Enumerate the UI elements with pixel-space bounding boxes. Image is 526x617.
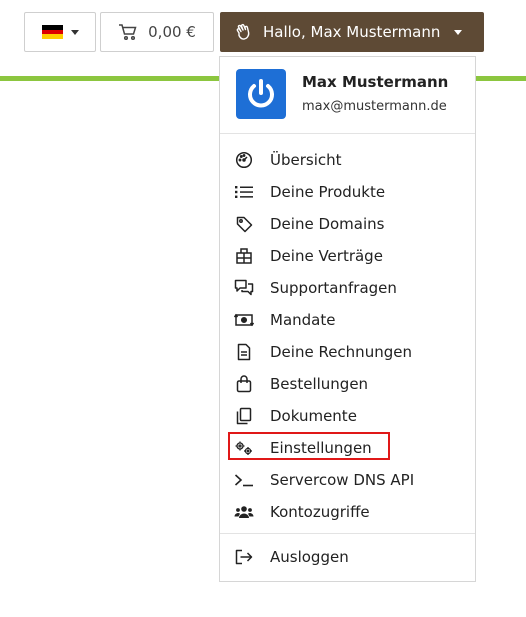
menu-item-label: Dokumente	[270, 407, 357, 425]
menu-item-orders[interactable]: Bestellungen	[220, 368, 475, 400]
german-flag-icon	[41, 25, 63, 40]
menu-item-label: Kontozugriffe	[270, 503, 370, 521]
menu-item-domains[interactable]: Deine Domains	[220, 208, 475, 240]
menu-item-invoices[interactable]: Deine Rechnungen	[220, 336, 475, 368]
tag-icon	[234, 216, 254, 232]
logout-button[interactable]: Ausloggen	[220, 541, 475, 573]
menu-item-label: Servercow DNS API	[270, 471, 415, 489]
list-icon	[234, 184, 254, 200]
gears-icon	[234, 440, 254, 456]
logout-label: Ausloggen	[270, 548, 349, 566]
user-greeting: Hallo, Max Mustermann	[263, 23, 441, 41]
menu-item-label: Bestellungen	[270, 375, 369, 393]
language-selector[interactable]	[24, 12, 96, 52]
chat-icon	[234, 279, 254, 296]
invoice-icon	[234, 343, 254, 361]
shopping-bag-icon	[234, 375, 254, 393]
menu-item-dns-api[interactable]: Servercow DNS API	[220, 464, 475, 496]
menu-item-label: Einstellungen	[270, 439, 372, 457]
waving-hand-icon	[235, 23, 253, 41]
menu-item-label: Deine Verträge	[270, 247, 383, 265]
account-menu-list: Übersicht Deine Produkte Deine Domains D…	[220, 144, 475, 528]
menu-item-label: Supportanfragen	[270, 279, 397, 297]
documents-icon	[234, 407, 254, 425]
menu-divider	[220, 533, 475, 534]
menu-item-documents[interactable]: Dokumente	[220, 400, 475, 432]
menu-item-mandates[interactable]: Mandate	[220, 304, 475, 336]
cart-button[interactable]: 0,00 €	[100, 12, 214, 52]
menu-item-label: Übersicht	[270, 151, 342, 169]
chevron-down-icon	[454, 29, 463, 35]
menu-item-settings[interactable]: Einstellungen	[220, 432, 475, 464]
terminal-icon	[234, 472, 254, 488]
dashboard-icon	[234, 151, 254, 169]
profile-header: Max Mustermann max@mustermann.de	[220, 57, 475, 134]
menu-item-products[interactable]: Deine Produkte	[220, 176, 475, 208]
logout-icon	[234, 549, 254, 565]
profile-email: max@mustermann.de	[302, 99, 447, 114]
menu-item-contracts[interactable]: Deine Verträge	[220, 240, 475, 272]
contract-icon	[234, 248, 254, 264]
cart-icon	[118, 23, 138, 41]
profile-name: Max Mustermann	[302, 73, 449, 91]
user-menu-button[interactable]: Hallo, Max Mustermann	[220, 12, 484, 52]
cart-total: 0,00 €	[148, 23, 196, 41]
chevron-down-icon	[70, 29, 79, 35]
avatar	[236, 69, 286, 119]
users-icon	[234, 504, 254, 520]
money-transfer-icon	[234, 312, 254, 328]
user-dropdown-menu: Max Mustermann max@mustermann.de Übersic…	[219, 56, 476, 582]
menu-item-label: Deine Rechnungen	[270, 343, 412, 361]
menu-item-label: Mandate	[270, 311, 336, 329]
menu-item-account-access[interactable]: Kontozugriffe	[220, 496, 475, 528]
menu-item-label: Deine Produkte	[270, 183, 386, 201]
menu-item-support[interactable]: Supportanfragen	[220, 272, 475, 304]
menu-item-label: Deine Domains	[270, 215, 385, 233]
menu-item-overview[interactable]: Übersicht	[220, 144, 475, 176]
